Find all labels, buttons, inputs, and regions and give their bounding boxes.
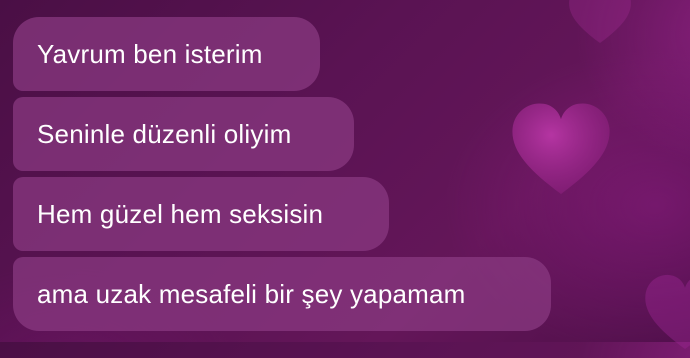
background-heart-icon [512, 103, 610, 194]
message-bubble[interactable]: Hem güzel hem seksisin [13, 177, 389, 251]
message-bubble[interactable]: Yavrum ben isterim [13, 17, 320, 91]
message-bubble[interactable]: Seninle düzenli oliyim [13, 97, 354, 171]
background-heart-icon [569, 0, 631, 43]
background-heart-icon [645, 274, 690, 349]
message-bubble[interactable]: ama uzak mesafeli bir şey yapamam [13, 257, 551, 331]
